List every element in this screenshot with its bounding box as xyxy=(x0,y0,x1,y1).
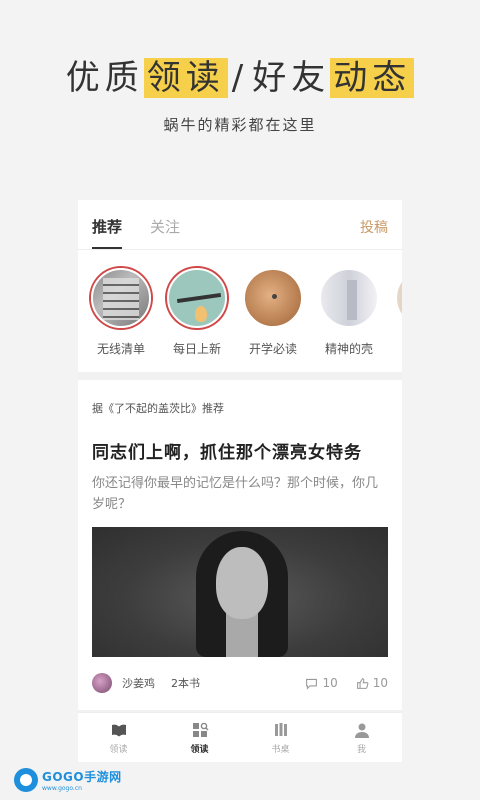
author-name[interactable]: 沙姜鸡 xyxy=(122,675,155,691)
nav-item-me[interactable]: 我 xyxy=(321,713,402,762)
card-photo[interactable] xyxy=(92,527,388,657)
nav-item-lead-read[interactable]: 领读 xyxy=(159,713,240,762)
nav-item-desk[interactable]: 书桌 xyxy=(240,713,321,762)
bookshelf-icon xyxy=(274,723,287,736)
topic-image xyxy=(395,268,402,328)
nav-label: 领读 xyxy=(190,745,209,755)
book-count: 2本书 xyxy=(171,677,200,690)
subheadline: 蜗牛的精彩都在这里 xyxy=(163,116,317,134)
topic-image xyxy=(319,268,379,328)
tab-follow[interactable]: 关注 xyxy=(150,216,180,249)
topic-item-daily-new[interactable]: 每日上新 xyxy=(166,268,228,372)
topic-item-partial[interactable]: 纪 xyxy=(394,268,402,372)
card-source: 据《了不起的盖茨比》推荐 xyxy=(92,402,224,415)
headline-highlight-1: 领读 xyxy=(143,58,228,98)
top-tab-bar: 推荐 关注 投稿 xyxy=(78,200,402,250)
app-screen: 推荐 关注 投稿 无线清单 每日上新 开学必读 精神的壳 纪 据《了不起的盖茨比… xyxy=(78,200,402,762)
topic-label: 无线清单 xyxy=(96,342,145,356)
tab-recommend[interactable]: 推荐 xyxy=(92,216,123,249)
topic-item-spirit-shell[interactable]: 精神的壳 xyxy=(318,268,380,372)
nav-label: 书桌 xyxy=(271,745,290,755)
nav-label: 领读 xyxy=(109,745,128,755)
comment-icon xyxy=(306,678,318,690)
headline: 优质领读 / 好友动态 xyxy=(0,50,480,99)
comment-button[interactable]: 10 xyxy=(305,676,338,690)
headline-separator: / xyxy=(231,58,249,98)
nav-label: 我 xyxy=(356,745,366,755)
card-meta: 沙姜鸡 2本书 10 10 xyxy=(92,673,388,693)
card-title[interactable]: 同志们上啊，抓住那个漂亮女特务 xyxy=(92,438,388,463)
watermark-url: www.gogo.cn xyxy=(42,785,82,792)
headline-part2: 好友 xyxy=(252,58,331,98)
headline-highlight-2: 动态 xyxy=(330,58,415,98)
like-button[interactable]: 10 xyxy=(356,676,388,690)
topic-label: 开学必读 xyxy=(248,342,297,356)
topic-image xyxy=(91,268,151,328)
book-open-icon xyxy=(111,724,126,737)
watermark-logo-icon xyxy=(14,768,38,792)
topic-image xyxy=(167,268,227,328)
site-watermark: GOGO手游网 www.gogo.cn xyxy=(14,768,122,792)
topic-item-school-reading[interactable]: 开学必读 xyxy=(242,268,304,372)
feed-card[interactable]: 据《了不起的盖茨比》推荐 同志们上啊，抓住那个漂亮女特务 你还记得你最早的记忆是… xyxy=(78,380,402,710)
watermark-name: GOGO手游网 xyxy=(42,770,122,784)
topic-item-wireless-list[interactable]: 无线清单 xyxy=(90,268,152,372)
grid-search-icon xyxy=(192,722,208,737)
topic-label: 每日上新 xyxy=(172,342,221,356)
avatar[interactable] xyxy=(92,673,112,693)
nav-item-read[interactable]: 领读 xyxy=(78,713,159,762)
post-button[interactable]: 投稿 xyxy=(360,217,388,237)
topic-image xyxy=(243,268,303,328)
comment-count: 10 xyxy=(322,676,338,690)
bottom-nav: 领读 领读 书桌 我 xyxy=(78,712,402,762)
like-count: 10 xyxy=(372,676,388,690)
card-stats: 10 10 xyxy=(305,676,388,690)
thumbs-up-icon xyxy=(356,677,369,689)
person-icon xyxy=(354,723,369,738)
card-description: 你还记得你最早的记忆是什么吗？那个时候，你几岁呢？ xyxy=(92,476,379,512)
topic-circles: 无线清单 每日上新 开学必读 精神的壳 纪 xyxy=(78,250,402,372)
headline-part1: 优质 xyxy=(65,58,144,98)
topic-label: 精神的壳 xyxy=(324,342,373,356)
